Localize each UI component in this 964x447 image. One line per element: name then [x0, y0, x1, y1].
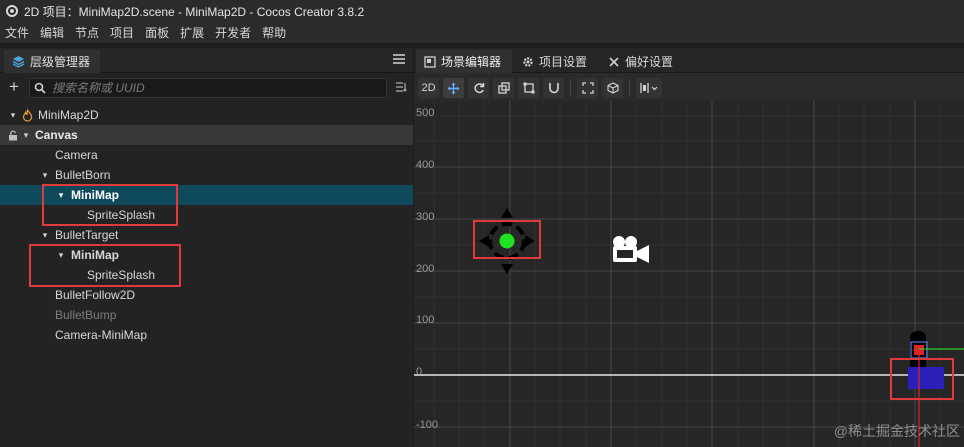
pivot-icon[interactable]	[577, 78, 598, 98]
title-bar: 2D 项目：MiniMap2D.scene - MiniMap2D - Coco…	[0, 0, 964, 22]
menu-panel[interactable]: 面板	[145, 24, 169, 41]
coordinate-cube-icon[interactable]	[602, 78, 623, 98]
tree-node-label: BulletBorn	[55, 168, 111, 182]
tab-hierarchy-label: 层级管理器	[30, 55, 91, 69]
tree-node-bulletborn[interactable]: ▾ BulletBorn	[0, 165, 413, 185]
y-axis-label: -100	[416, 419, 439, 431]
menu-help[interactable]: 帮助	[262, 24, 286, 41]
menu-node[interactable]: 节点	[75, 24, 99, 41]
window-title: 2D 项目：MiniMap2D.scene - MiniMap2D - Coco…	[24, 4, 365, 19]
toggle-2d-button[interactable]: 2D	[418, 78, 439, 98]
highlight-box-born-sprite	[473, 220, 541, 259]
tree-node-label: BulletFollow2D	[55, 288, 136, 302]
scene-viewport[interactable]: 500 400 300 200 100 0 -100 @稀土掘金技术社区	[414, 101, 964, 447]
add-node-button[interactable]: +	[3, 77, 25, 99]
menu-developer[interactable]: 开发者	[215, 24, 251, 41]
highlight-box-minimap-born	[42, 184, 178, 226]
scene-flame-icon	[22, 108, 33, 122]
hierarchy-tabbar: 层级管理器	[0, 48, 413, 73]
search-icon	[34, 82, 46, 94]
y-axis-label: 400	[416, 159, 435, 171]
sort-icon[interactable]	[395, 81, 409, 95]
watermark-text: @稀土掘金技术社区	[833, 423, 960, 439]
tab-hierarchy[interactable]: 层级管理器	[4, 50, 100, 73]
chevron-down-icon[interactable]: ▾	[21, 130, 31, 141]
tree-node-canvas[interactable]: ▾ Canvas	[0, 125, 413, 145]
menu-extension[interactable]: 扩展	[180, 24, 204, 41]
tab-label: 偏好设置	[625, 55, 674, 69]
hierarchy-search-row: +	[0, 75, 413, 101]
tree-node-label: Camera-MiniMap	[55, 328, 148, 342]
y-axis-label: 0	[416, 366, 423, 378]
chevron-down-icon[interactable]: ▾	[40, 230, 50, 241]
scene-editor-panel: 场景编辑器 项目设置 偏好设置 2D 500 400 300 200 100 0…	[414, 48, 964, 447]
y-axis-label: 200	[416, 263, 435, 275]
highlight-box-target-sprite	[890, 358, 954, 400]
cocos-app-icon	[6, 5, 18, 17]
rect-tool-icon[interactable]	[518, 78, 539, 98]
tree-node-bulletfollow2d[interactable]: BulletFollow2D	[0, 285, 413, 305]
tree-node-minimap2d[interactable]: ▾ MiniMap2D	[0, 105, 413, 125]
tab-scene-editor[interactable]: 场景编辑器	[416, 50, 512, 73]
chevron-down-icon[interactable]: ▾	[8, 110, 18, 121]
scene-icon	[424, 55, 436, 68]
tree-node-label: Camera	[55, 148, 98, 162]
toolbar-divider	[570, 80, 571, 96]
tab-label: 项目设置	[539, 55, 588, 69]
tree-node-camera[interactable]: Camera	[0, 145, 413, 165]
menu-project[interactable]: 项目	[110, 24, 134, 41]
align-dropdown-icon[interactable]	[636, 78, 662, 98]
gear-icon	[523, 56, 533, 67]
tree-node-camera-minimap[interactable]: Camera-MiniMap	[0, 325, 413, 345]
move-tool-icon[interactable]	[443, 78, 464, 98]
tab-preferences[interactable]: 偏好设置	[600, 50, 686, 73]
chevron-down-icon[interactable]: ▾	[40, 170, 50, 181]
tree-node-label: MiniMap2D	[38, 108, 99, 122]
tree-node-bullettarget[interactable]: ▾ BulletTarget	[0, 225, 413, 245]
tree-node-label: BulletTarget	[55, 228, 119, 242]
camera-gizmo-icon[interactable]	[611, 234, 651, 266]
search-input[interactable]	[52, 81, 372, 95]
tree-node-bulletbump[interactable]: BulletBump	[0, 305, 413, 325]
tree-node-label: BulletBump	[55, 308, 117, 322]
scene-toolbar: 2D	[414, 75, 964, 101]
tree-node-label: Canvas	[35, 128, 78, 142]
panel-menu-icon[interactable]	[393, 54, 405, 64]
layers-icon	[12, 56, 25, 68]
y-axis-label: 300	[416, 211, 435, 223]
hierarchy-search	[29, 78, 387, 98]
snap-magnet-icon[interactable]	[543, 78, 564, 98]
y-axis-label: 100	[416, 314, 435, 326]
y-axis-label: 500	[416, 107, 435, 119]
rotate-tool-icon[interactable]	[468, 78, 489, 98]
tab-label: 场景编辑器	[441, 55, 502, 69]
scene-tabbar: 场景编辑器 项目设置 偏好设置	[414, 48, 964, 73]
menu-edit[interactable]: 编辑	[40, 24, 64, 41]
menu-file[interactable]: 文件	[5, 24, 29, 41]
highlight-box-minimap-target	[29, 244, 181, 287]
toolbar-divider	[629, 80, 630, 96]
lock-icon[interactable]	[8, 129, 18, 141]
tab-project-settings[interactable]: 项目设置	[514, 50, 598, 73]
tools-icon	[609, 56, 619, 67]
scale-tool-icon[interactable]	[493, 78, 514, 98]
menu-bar: 文件 编辑 节点 项目 面板 扩展 开发者 帮助	[0, 22, 964, 44]
hierarchy-panel: 层级管理器 + ▾ MiniMap2D	[0, 48, 413, 447]
